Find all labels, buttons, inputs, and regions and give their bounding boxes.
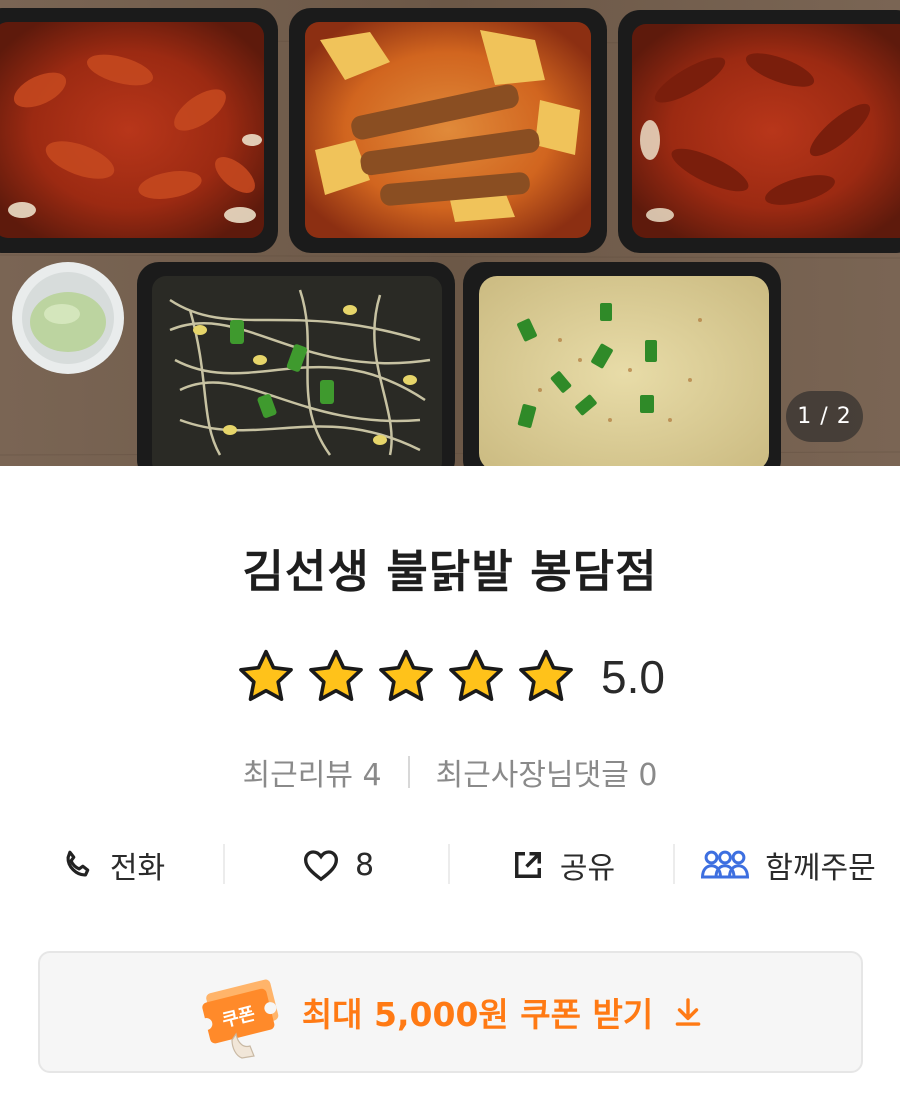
star-icon [309,649,363,702]
coupon-download-button[interactable]: 쿠폰 최대 5,000원 쿠폰 받기 [38,951,863,1073]
share-button[interactable]: 공유 [450,840,675,890]
star-icon [239,649,293,702]
divider [407,756,410,788]
favorite-count: 8 [354,847,375,883]
call-button[interactable]: 전화 [0,840,225,890]
share-label: 공유 [559,851,616,886]
share-icon [514,852,541,878]
star-icon [519,649,573,702]
store-action-bar: 전화 8 공유 함께주문 [0,840,900,890]
group-order-icon [701,850,750,879]
image-page-indicator: 1 / 2 [786,391,863,442]
coupon-badge-icon: 쿠폰 [200,979,279,1059]
food-photo [0,0,900,466]
star-icon [449,649,503,702]
heart-icon [303,850,338,882]
recent-reviews-link[interactable]: 최근리뷰 4 [243,750,382,794]
rating-row[interactable]: 5.0 [0,645,900,709]
store-hero-image[interactable]: 1 / 2 [0,0,900,466]
coupon-label: 최대 5,000원 쿠폰 받기 [301,995,654,1034]
recent-owner-replies-link[interactable]: 최근사장님댓글 0 [436,750,658,794]
group-order-label: 함께주문 [765,851,876,886]
call-label: 전화 [109,851,166,886]
review-summary: 최근리뷰 4 최근사장님댓글 0 [0,748,900,796]
phone-icon [66,850,90,877]
group-order-button[interactable]: 함께주문 [675,840,900,890]
rating-stars [235,646,577,708]
favorite-button[interactable]: 8 [225,840,450,890]
download-arrow-icon [675,998,701,1026]
star-icon [379,649,433,702]
store-name: 김선생 불닭발 봉담점 [242,545,658,598]
rating-value: 5.0 [601,651,665,703]
